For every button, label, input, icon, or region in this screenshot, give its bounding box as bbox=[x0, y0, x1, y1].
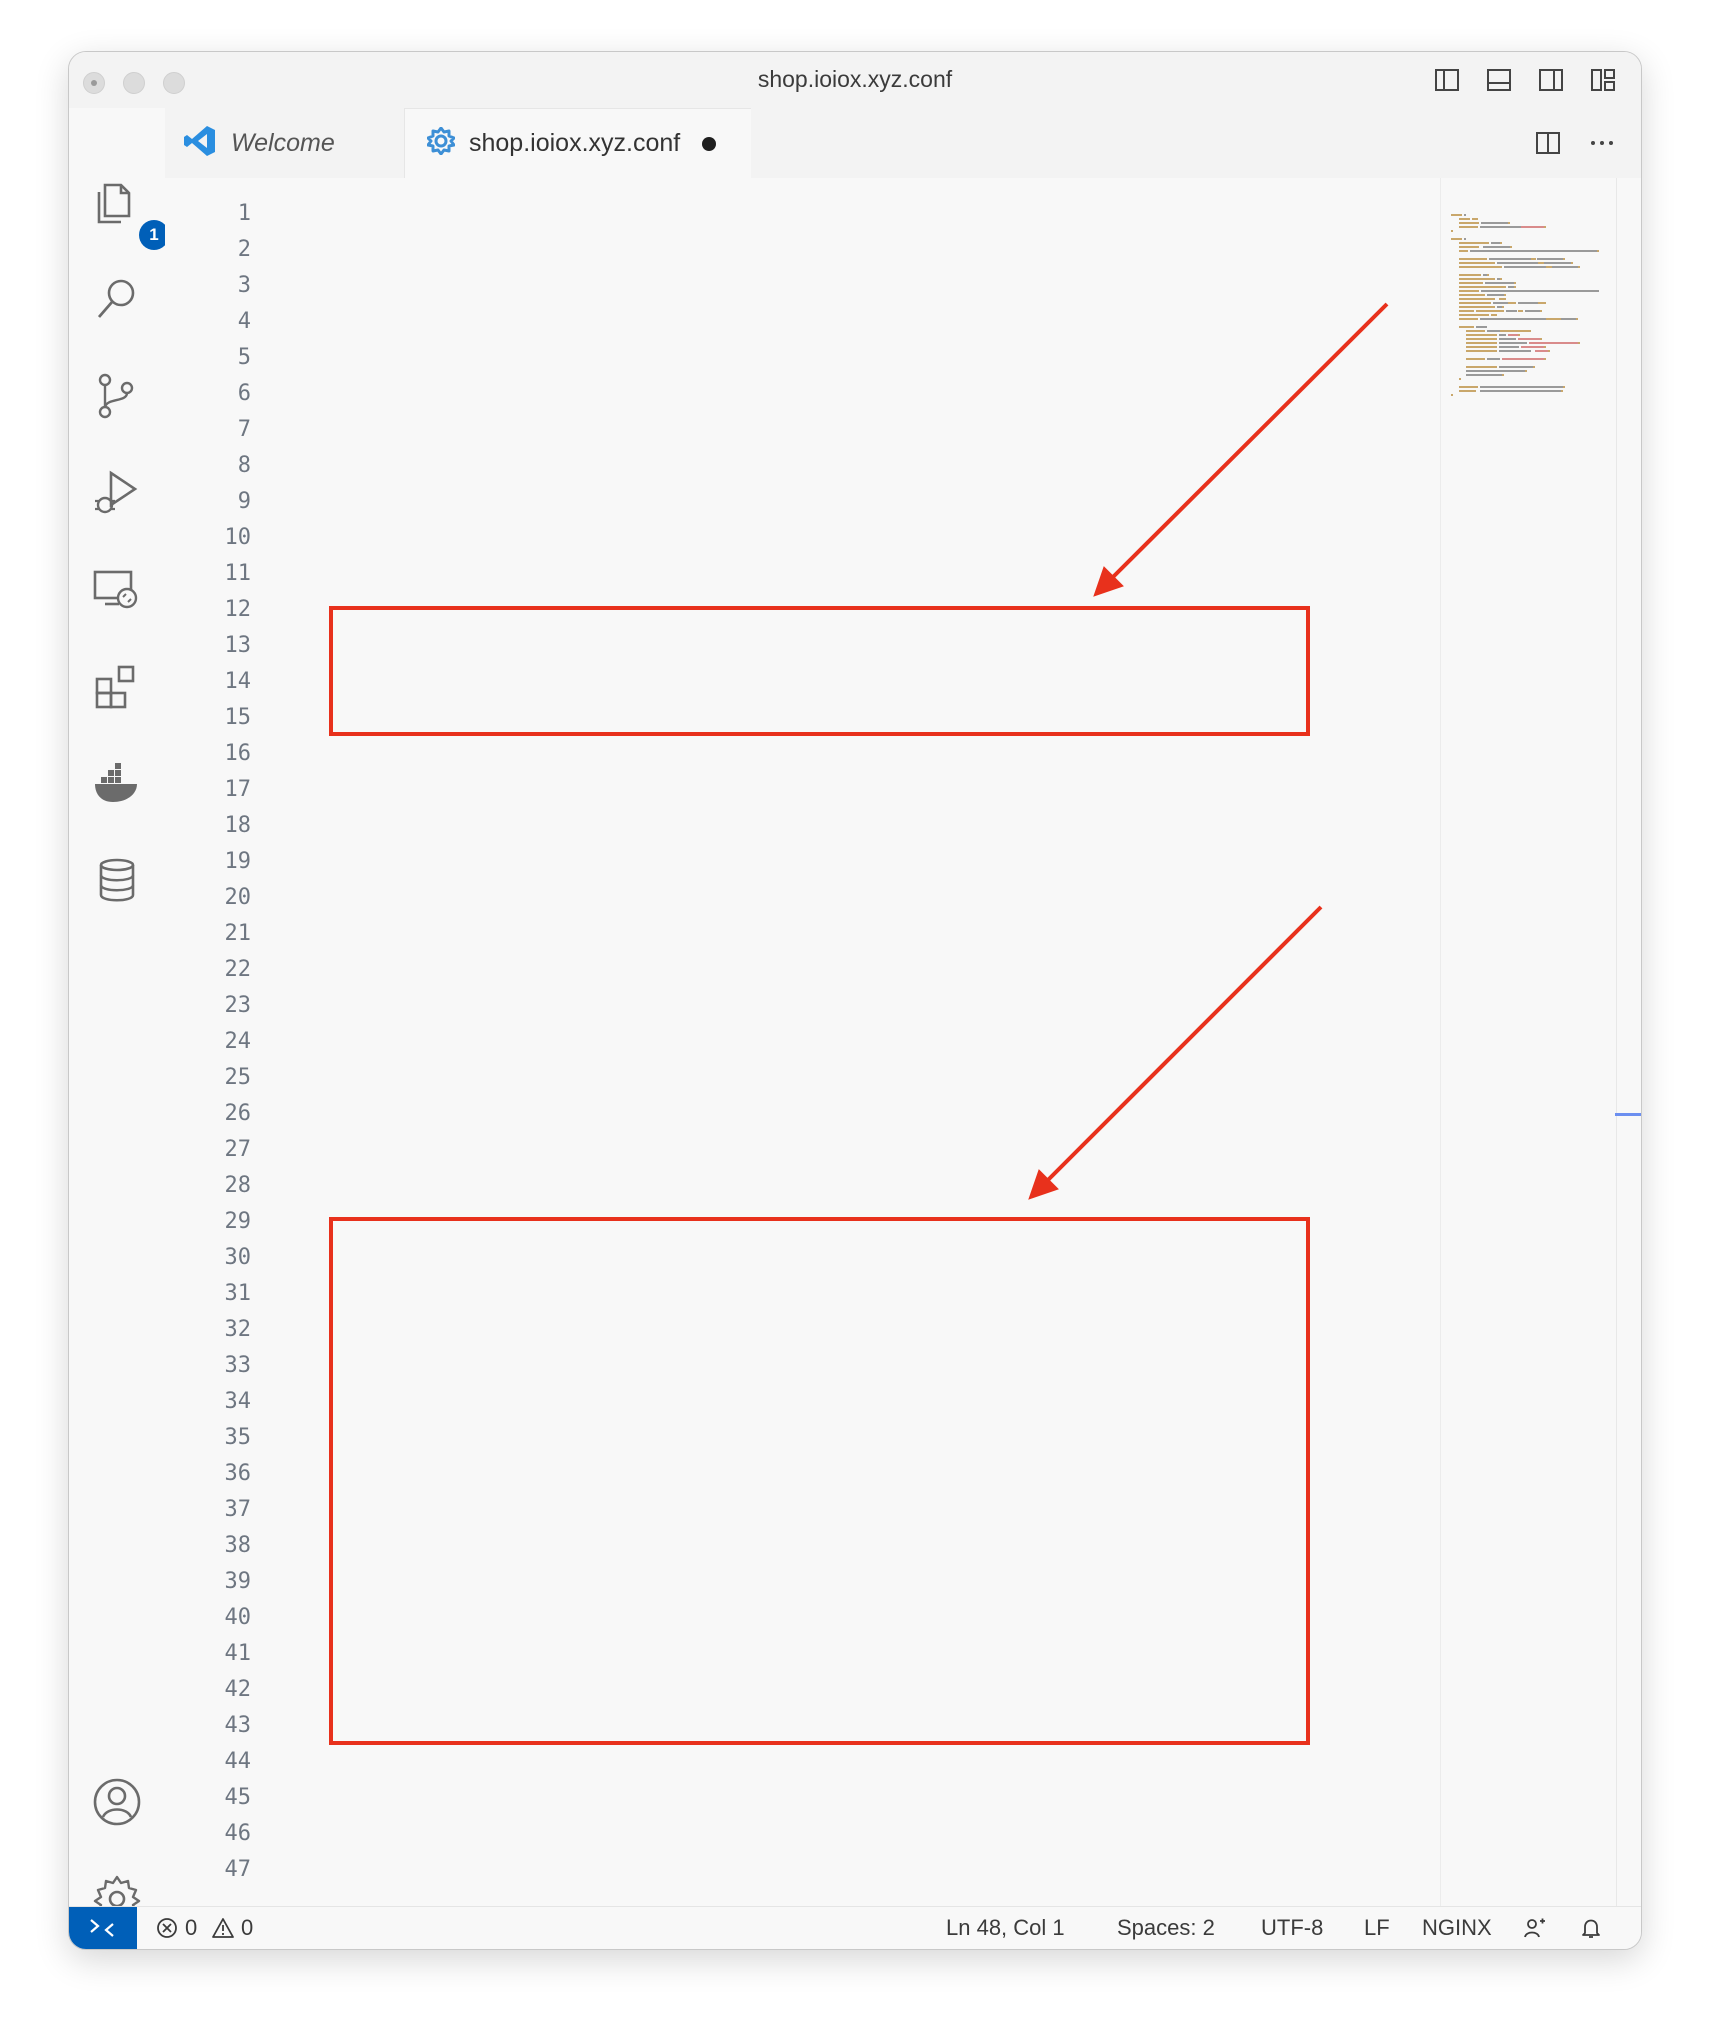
docker-icon[interactable] bbox=[91, 758, 143, 810]
line-number: 35 bbox=[224, 1425, 252, 1450]
tab-bar: Welcome shop.ioiox.xyz.conf bbox=[165, 108, 1641, 178]
line-number: 29 bbox=[224, 1209, 252, 1234]
vscode-window: shop.ioiox.xyz.conf 1 Welcome shop.ioiox… bbox=[68, 51, 1642, 1950]
line-number: 34 bbox=[224, 1389, 252, 1414]
explorer-icon[interactable]: 1 bbox=[91, 176, 169, 250]
search-icon[interactable] bbox=[91, 273, 143, 325]
line-number: 6 bbox=[237, 381, 251, 406]
line-number: 31 bbox=[224, 1281, 252, 1306]
vertical-scrollbar[interactable] bbox=[1616, 178, 1617, 1907]
line-number: 16 bbox=[224, 741, 252, 766]
line-number: 32 bbox=[224, 1317, 252, 1342]
line-number: 5 bbox=[237, 345, 251, 370]
line-number: 39 bbox=[224, 1569, 252, 1594]
line-number: 38 bbox=[224, 1533, 252, 1558]
minimap[interactable] bbox=[1451, 214, 1611, 404]
line-number: 3 bbox=[237, 273, 251, 298]
line-number: 41 bbox=[224, 1641, 252, 1666]
cursor-position[interactable]: Ln 48, Col 1 bbox=[946, 1915, 1065, 1941]
line-number: 43 bbox=[224, 1713, 252, 1738]
line-number: 7 bbox=[237, 417, 251, 442]
tab-shop-conf[interactable]: shop.ioiox.xyz.conf bbox=[405, 108, 751, 178]
gear-file-icon bbox=[426, 126, 456, 160]
feedback-icon[interactable] bbox=[1523, 1916, 1547, 1940]
line-number: 30 bbox=[224, 1245, 252, 1270]
line-number: 47 bbox=[224, 1857, 252, 1882]
line-number: 13 bbox=[224, 633, 252, 658]
line-number: 19 bbox=[224, 849, 252, 874]
line-number: 46 bbox=[224, 1821, 252, 1846]
line-number: 15 bbox=[224, 705, 252, 730]
line-number: 12 bbox=[224, 597, 252, 622]
tab-shop-conf-label: shop.ioiox.xyz.conf bbox=[469, 129, 681, 157]
line-number: 22 bbox=[224, 957, 252, 982]
line-number: 8 bbox=[237, 453, 251, 478]
end-of-line[interactable]: LF bbox=[1364, 1915, 1390, 1941]
warning-icon[interactable] bbox=[211, 1916, 235, 1940]
line-number: 25 bbox=[224, 1065, 252, 1090]
line-number: 11 bbox=[224, 561, 252, 586]
line-number: 26 bbox=[224, 1101, 252, 1126]
line-number: 24 bbox=[224, 1029, 252, 1054]
line-number: 45 bbox=[224, 1785, 252, 1810]
line-number: 18 bbox=[224, 813, 252, 838]
line-number: 36 bbox=[224, 1461, 252, 1486]
line-number: 33 bbox=[224, 1353, 252, 1378]
run-debug-icon[interactable] bbox=[91, 467, 143, 519]
remote-indicator-button[interactable] bbox=[69, 1907, 137, 1949]
scrollbar-cursor-marker bbox=[1615, 1113, 1641, 1116]
indentation-setting[interactable]: Spaces: 2 bbox=[1117, 1915, 1215, 1941]
line-number: 21 bbox=[224, 921, 252, 946]
line-number: 27 bbox=[224, 1137, 252, 1162]
source-control-icon[interactable] bbox=[91, 370, 143, 422]
customize-layout-icon[interactable] bbox=[1589, 66, 1617, 94]
line-number: 42 bbox=[224, 1677, 252, 1702]
title-bar: shop.ioiox.xyz.conf bbox=[69, 52, 1641, 108]
vscode-logo-icon bbox=[183, 124, 217, 163]
window-title: shop.ioiox.xyz.conf bbox=[757, 66, 953, 92]
error-icon[interactable] bbox=[155, 1916, 179, 1940]
line-number: 44 bbox=[224, 1749, 252, 1774]
file-encoding[interactable]: UTF-8 bbox=[1261, 1915, 1323, 1941]
line-number: 1 bbox=[237, 201, 251, 226]
line-number: 14 bbox=[224, 669, 252, 694]
activity-bar: 1 bbox=[69, 108, 169, 1923]
line-number: 28 bbox=[224, 1173, 252, 1198]
line-number: 9 bbox=[237, 489, 251, 514]
line-number: 17 bbox=[224, 777, 252, 802]
toggle-panel-icon[interactable] bbox=[1485, 66, 1513, 94]
status-bar: 0 0 Ln 48, Col 1 Spaces: 2 UTF-8 LF NGIN… bbox=[69, 1906, 1641, 1949]
line-number: 37 bbox=[224, 1497, 252, 1522]
code-editor[interactable]: 1 2 3 4 5 6 7 8 9 10 11 12 13 14 15 16 17 18 19 20 21 22 23 24 2… bbox=[165, 178, 1641, 1907]
line-number: 20 bbox=[224, 885, 252, 910]
notifications-bell-icon[interactable] bbox=[1579, 1916, 1603, 1940]
tab-welcome[interactable]: Welcome bbox=[165, 108, 405, 178]
language-mode[interactable]: NGINX bbox=[1422, 1915, 1492, 1941]
toggle-primary-sidebar-icon[interactable] bbox=[1433, 66, 1461, 94]
accounts-icon[interactable] bbox=[91, 1776, 143, 1828]
database-icon[interactable] bbox=[91, 855, 143, 907]
split-editor-icon[interactable] bbox=[1533, 128, 1563, 158]
extensions-icon[interactable] bbox=[91, 661, 143, 713]
toggle-secondary-sidebar-icon[interactable] bbox=[1537, 66, 1565, 94]
remote-explorer-icon[interactable] bbox=[91, 564, 143, 616]
line-number: 2 bbox=[237, 237, 251, 262]
unsaved-dot-icon[interactable] bbox=[702, 136, 717, 151]
line-number: 10 bbox=[224, 525, 252, 550]
remote-icon bbox=[90, 1919, 114, 1937]
error-count[interactable]: 0 bbox=[185, 1915, 197, 1941]
line-number: 4 bbox=[237, 309, 251, 334]
line-number: 23 bbox=[224, 993, 252, 1018]
tab-welcome-label: Welcome bbox=[231, 128, 335, 157]
more-actions-icon[interactable] bbox=[1587, 128, 1617, 158]
warning-count[interactable]: 0 bbox=[241, 1915, 253, 1941]
line-number: 40 bbox=[224, 1605, 252, 1630]
